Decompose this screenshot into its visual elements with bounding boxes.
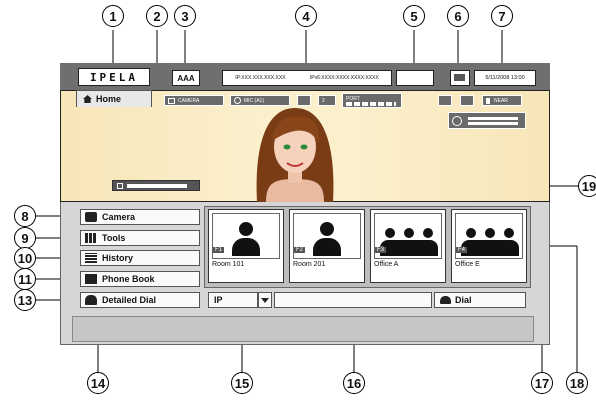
- group-body-icon: [461, 240, 519, 256]
- phone-icon: [440, 296, 451, 304]
- home-icon: [83, 95, 92, 103]
- chevron-down-icon: [261, 297, 269, 303]
- date-time: 5/11/2008 13:00: [474, 70, 536, 86]
- callout-17: 17: [531, 372, 553, 394]
- contact-name: Office E: [455, 261, 480, 268]
- callout-4: 4: [295, 5, 317, 27]
- callout-15: 15: [231, 372, 253, 394]
- callout-11: 11: [14, 268, 36, 290]
- callout-16: 16: [343, 372, 365, 394]
- contact-name: Office A: [374, 261, 399, 268]
- person-body-icon: [232, 238, 260, 256]
- contact-name: Room 101: [212, 261, 245, 268]
- contact-name: Room 201: [293, 261, 326, 268]
- callout-6: 6: [447, 5, 469, 27]
- callout-9: 9: [14, 227, 36, 249]
- home-tab[interactable]: Home: [76, 90, 152, 107]
- camera-indicator: CAMERA: [164, 95, 224, 106]
- callout-19: 19: [578, 175, 596, 197]
- tools-button[interactable]: Tools: [80, 230, 200, 246]
- group-head-icon: [404, 228, 414, 238]
- ipela-logo: IPELA: [78, 68, 150, 86]
- message-bar: [72, 316, 534, 342]
- callout-3: 3: [174, 5, 196, 27]
- history-button[interactable]: History: [80, 250, 200, 266]
- group-head-icon: [466, 228, 476, 238]
- ip-address-display: IP:XXX.XXX.XXX.XXX IPv6:XXXX:XXXX:XXXX:X…: [222, 70, 392, 86]
- function-key-badge: F2: [294, 247, 306, 253]
- edit-icon: [460, 95, 474, 106]
- remote-participant-video: [256, 108, 334, 202]
- site-name: AAA: [172, 70, 200, 86]
- card-icon: [450, 70, 470, 86]
- grid-icon: [85, 233, 97, 243]
- speaker-icon: [117, 183, 123, 189]
- group-head-icon: [485, 228, 495, 238]
- camera-icon: [85, 212, 97, 222]
- function-key-badge: F1: [213, 247, 225, 253]
- status-indicator: [396, 70, 434, 86]
- speed-dial-f4[interactable]: F4 Office E: [451, 209, 527, 283]
- mic-icon: [234, 97, 241, 104]
- callout-7: 7: [491, 5, 513, 27]
- detailed-dial-button-label: Detailed Dial: [102, 295, 157, 305]
- callout-5: 5: [403, 5, 425, 27]
- ipv6-address: IPv6:XXXX:XXXX:XXXX:XXXX: [309, 75, 379, 81]
- tools-button-label: Tools: [102, 233, 126, 243]
- group-body-icon: [380, 240, 438, 256]
- camera-icon: [168, 97, 175, 104]
- phone-icon: [85, 295, 97, 305]
- port-indicator: PORT: [342, 93, 402, 108]
- dial-button[interactable]: Dial: [434, 292, 526, 308]
- level-bar-right: [468, 121, 518, 125]
- volume-level: [127, 184, 187, 188]
- speed-dial-f2[interactable]: F2 Room 201: [289, 209, 365, 283]
- person-head-icon: [320, 222, 334, 236]
- camera-button-label: Camera: [102, 212, 136, 222]
- person-body-icon: [313, 238, 341, 256]
- dial-mode-dropdown-button[interactable]: [258, 292, 272, 308]
- link-icon: [438, 95, 452, 106]
- ipv4-address: IP:XXX.XXX.XXX.XXX: [235, 75, 286, 81]
- level-bar-left: [468, 116, 518, 120]
- camera-button[interactable]: Camera: [80, 209, 200, 225]
- function-key-badge: F4: [456, 247, 468, 253]
- dial-button-label: Dial: [455, 295, 472, 305]
- group-head-icon: [504, 228, 514, 238]
- function-key-badge: F3: [375, 247, 387, 253]
- dial-number-input[interactable]: [274, 292, 432, 308]
- callout-13: 13: [14, 289, 36, 311]
- port-slots: [346, 101, 396, 106]
- detailed-dial-button[interactable]: Detailed Dial: [80, 292, 200, 308]
- phone-book-button-label: Phone Book: [102, 274, 155, 284]
- history-icon: [85, 253, 97, 263]
- dial-mode-select[interactable]: IP: [208, 292, 258, 308]
- near-indicator: NEAR: [482, 95, 522, 106]
- callout-14: 14: [87, 372, 109, 394]
- home-tab-label: Home: [96, 94, 122, 104]
- callout-18: 18: [566, 372, 588, 394]
- audio-level-meter: [448, 112, 526, 129]
- speed-dial-f1[interactable]: F1 Room 101: [208, 209, 284, 283]
- speed-dial-f3[interactable]: F3 Office A: [370, 209, 446, 283]
- camera-indicator-label: CAMERA: [178, 97, 200, 104]
- volume-bar[interactable]: [112, 180, 200, 191]
- group-head-icon: [423, 228, 433, 238]
- phone-book-button[interactable]: Phone Book: [80, 271, 200, 287]
- person-head-icon: [239, 222, 253, 236]
- callout-10: 10: [14, 247, 36, 269]
- dial-mode-value: IP: [214, 295, 223, 305]
- callout-8: 8: [14, 205, 36, 227]
- history-button-label: History: [102, 253, 134, 263]
- callout-1: 1: [102, 5, 124, 27]
- mic-near-icon: [486, 97, 490, 104]
- callout-2: 2: [146, 5, 168, 27]
- phone-book-icon: [85, 274, 97, 284]
- audio-icon: [452, 115, 462, 126]
- near-label: NEAR: [494, 97, 508, 104]
- group-head-icon: [385, 228, 395, 238]
